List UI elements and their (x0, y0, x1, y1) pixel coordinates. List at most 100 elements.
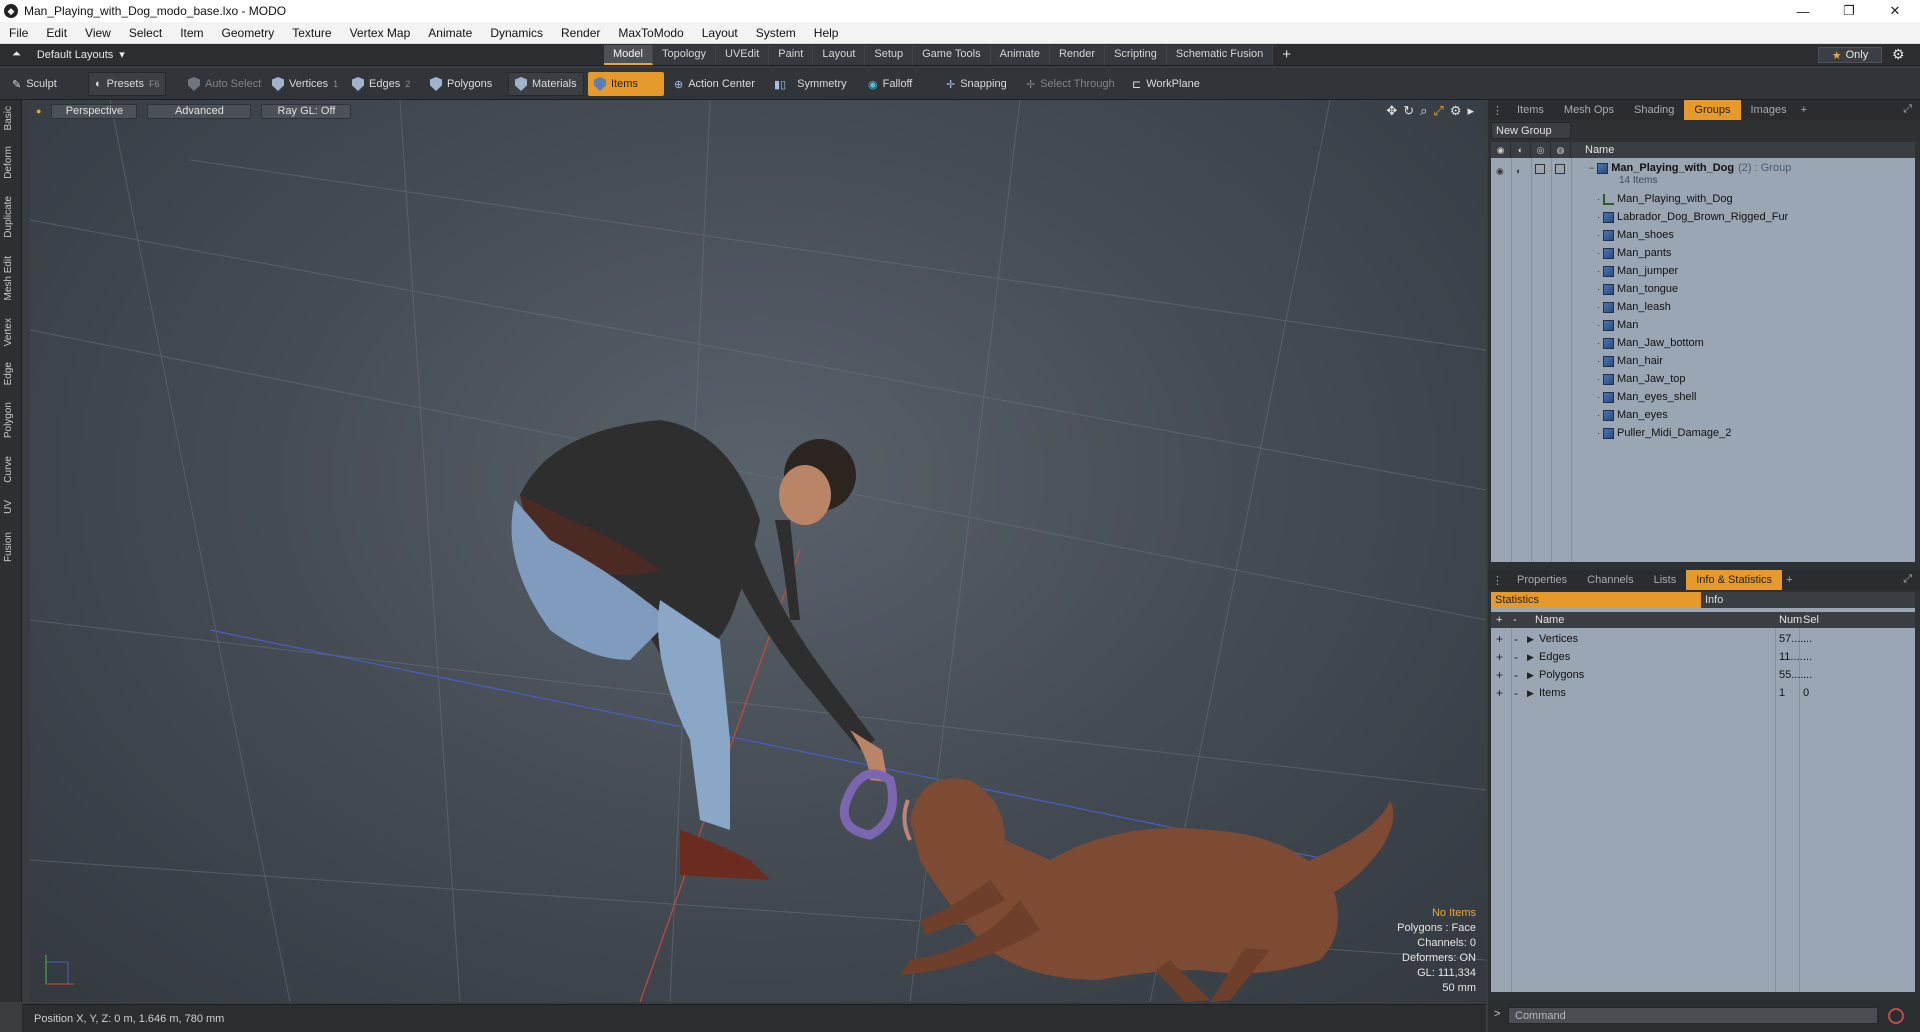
tab-setup[interactable]: Setup (865, 45, 914, 65)
presets-button[interactable]: ◐ Presets F6 (88, 72, 167, 96)
new-group-button[interactable]: New Group (1491, 122, 1571, 139)
close-icon[interactable]: ✕ (1872, 0, 1918, 22)
stat-row-edges[interactable]: + - ▶ Edges 11.... ... (1491, 648, 1915, 666)
tab-images[interactable]: Images (1741, 100, 1797, 120)
menu-render[interactable]: Render (552, 26, 609, 40)
3d-viewport[interactable]: ● Perspective Advanced Ray GL: Off ✥ ↻ ⌕… (30, 100, 1486, 1002)
vertices-button[interactable]: Vertices 1 (266, 72, 344, 96)
tab-animate[interactable]: Animate (990, 45, 1050, 65)
plus-icon[interactable]: + (1496, 686, 1503, 700)
tab-vertex[interactable]: Vertex (3, 318, 19, 346)
select-through-button[interactable]: ✛ Select Through (1020, 72, 1121, 96)
collapse-icon[interactable]: − (1589, 163, 1594, 173)
tab-render[interactable]: Render (1049, 45, 1106, 65)
minus-icon[interactable]: - (1514, 686, 1518, 700)
action-center-button[interactable]: ⊕ Action Center (668, 72, 761, 96)
expand-arrow-icon[interactable]: ▶ (1527, 652, 1534, 663)
tab-statistics[interactable]: Statistics (1491, 592, 1701, 608)
add-panel-tab-icon[interactable]: + (1797, 104, 1811, 116)
tab-mesh-edit[interactable]: Mesh Edit (3, 256, 19, 300)
dog-model[interactable] (900, 778, 1394, 1002)
only-button[interactable]: ★ Only (1818, 47, 1882, 63)
expand-arrow-icon[interactable]: ▶ (1527, 670, 1534, 681)
expand-panel-icon[interactable]: ⤢ (1903, 573, 1912, 586)
menu-layout[interactable]: Layout (693, 26, 747, 40)
tab-schematic-fusion[interactable]: Schematic Fusion (1166, 45, 1274, 65)
menu-animate[interactable]: Animate (419, 26, 481, 40)
rotate-icon[interactable]: ↻ (1403, 103, 1414, 119)
record-icon[interactable] (1888, 1008, 1904, 1024)
auto-select-button[interactable]: Auto Select (182, 72, 267, 96)
tab-deform[interactable]: Deform (3, 146, 19, 179)
edges-button[interactable]: Edges 2 (346, 72, 416, 96)
tree-item[interactable]: · Man (1491, 316, 1915, 334)
lock-icon[interactable]: ◐ (1516, 166, 1521, 176)
tree-item[interactable]: · Man_jumper (1491, 262, 1915, 280)
tree-item[interactable]: · Man_pants (1491, 244, 1915, 262)
eye-icon[interactable]: ◉ (1496, 166, 1504, 177)
group-row[interactable]: ◉ ◐ − Man_Playing_with_Dog (2) : Group 1… (1491, 160, 1915, 188)
menu-system[interactable]: System (747, 26, 805, 40)
gear-icon[interactable]: ⚙ (1892, 46, 1905, 63)
tab-fusion[interactable]: Fusion (3, 532, 19, 562)
command-input[interactable]: Command (1508, 1007, 1878, 1024)
tree-item[interactable]: · Man_Jaw_top (1491, 370, 1915, 388)
tree-item[interactable]: · Man_Jaw_bottom (1491, 334, 1915, 352)
menu-dynamics[interactable]: Dynamics (481, 26, 552, 40)
man-model[interactable] (511, 420, 888, 880)
add-panel-tab-icon[interactable]: + (1782, 574, 1796, 586)
tab-model[interactable]: Model (604, 45, 653, 65)
polygons-button[interactable]: Polygons (424, 72, 498, 96)
minus-icon[interactable]: - (1514, 650, 1518, 664)
expand-all-icon[interactable]: + (1496, 614, 1502, 626)
tab-duplicate[interactable]: Duplicate (3, 196, 19, 238)
tab-paint[interactable]: Paint (769, 45, 814, 65)
minus-icon[interactable]: - (1514, 668, 1518, 682)
tab-curve[interactable]: Curve (3, 456, 19, 483)
menu-maxtomodo[interactable]: MaxToModo (609, 26, 692, 40)
viewport-menu-icon[interactable]: ● (36, 106, 41, 116)
render-toggle[interactable] (1535, 164, 1545, 174)
minimize-icon[interactable]: — (1780, 0, 1826, 22)
stat-row-vertices[interactable]: + - ▶ Vertices 57.... ... (1491, 630, 1915, 648)
fit-icon[interactable]: ⤢ (1433, 103, 1443, 119)
menu-texture[interactable]: Texture (283, 26, 340, 40)
tree-item[interactable]: · Puller_Midi_Damage_2 (1491, 424, 1915, 442)
snapping-button[interactable]: ✛ Snapping (940, 72, 1013, 96)
tree-item[interactable]: · Man_shoes (1491, 226, 1915, 244)
add-tab-icon[interactable]: + (1273, 45, 1300, 65)
workplane-button[interactable]: ⊏ WorkPlane (1126, 72, 1206, 96)
tab-groups[interactable]: Groups (1684, 100, 1741, 120)
menu-geometry[interactable]: Geometry (213, 26, 284, 40)
layout-selector[interactable]: ⏶ Default Layouts ▾ (12, 48, 125, 61)
plus-icon[interactable]: + (1496, 632, 1503, 646)
tree-item[interactable]: · Man_eyes_shell (1491, 388, 1915, 406)
tree-item[interactable]: · Man_tongue (1491, 280, 1915, 298)
menu-item[interactable]: Item (171, 26, 212, 40)
minus-icon[interactable]: - (1514, 632, 1518, 646)
expand-arrow-icon[interactable]: ▶ (1527, 634, 1534, 645)
tab-layout[interactable]: Layout (813, 45, 866, 65)
shading-button[interactable]: Advanced (147, 103, 252, 119)
menu-file[interactable]: File (0, 26, 37, 40)
tab-shading[interactable]: Shading (1624, 100, 1684, 120)
menu-view[interactable]: View (76, 26, 120, 40)
tree-item[interactable]: · Labrador_Dog_Brown_Rigged_Fur (1491, 208, 1915, 226)
menu-help[interactable]: Help (805, 26, 848, 40)
expand-arrow-icon[interactable]: ▶ (1527, 688, 1534, 699)
stat-row-items[interactable]: + - ▶ Items 1 0 (1491, 684, 1915, 702)
viewport-gear-icon[interactable]: ⚙ (1450, 103, 1462, 119)
play-arrow-icon[interactable]: ▸ (1467, 103, 1474, 119)
tab-info-statistics[interactable]: Info & Statistics (1686, 570, 1783, 590)
tab-items[interactable]: Items (1507, 100, 1554, 120)
collapse-all-icon[interactable]: - (1513, 614, 1517, 626)
materials-button[interactable]: Materials (508, 72, 584, 96)
plus-icon[interactable]: + (1496, 668, 1503, 682)
tab-info[interactable]: Info (1701, 592, 1915, 608)
select-toggle[interactable] (1555, 164, 1565, 174)
tab-basic[interactable]: Basic (3, 106, 19, 130)
tree-item[interactable]: · Man_eyes (1491, 406, 1915, 424)
tab-properties[interactable]: Properties (1507, 570, 1577, 590)
tab-scripting[interactable]: Scripting (1105, 45, 1167, 65)
tab-mesh-ops[interactable]: Mesh Ops (1554, 100, 1624, 120)
